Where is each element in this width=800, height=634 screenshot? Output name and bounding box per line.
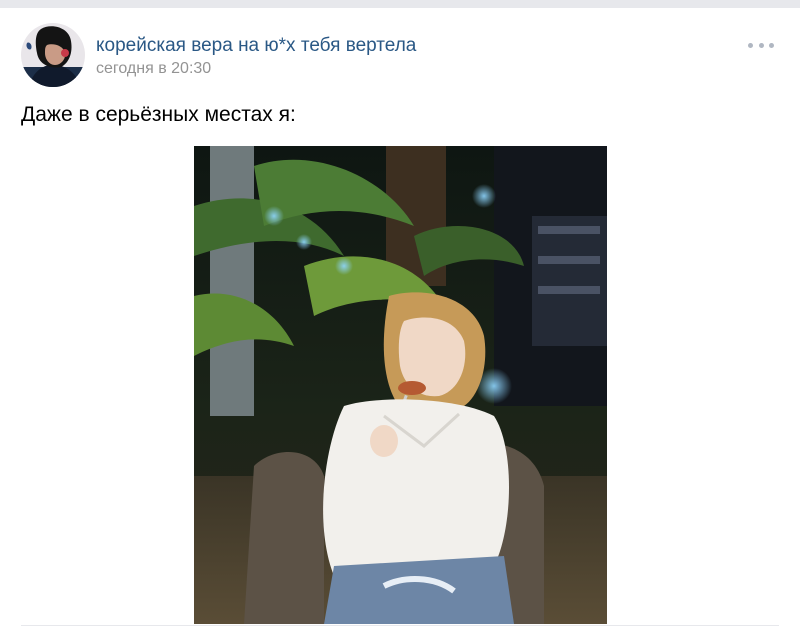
photo-image (194, 146, 607, 624)
top-divider (0, 0, 800, 8)
avatar-image (21, 23, 85, 87)
more-dot (758, 42, 764, 48)
more-dots-icon[interactable] (748, 38, 774, 52)
post-card: корейская вера на ю*х тебя вертела сегод… (0, 8, 800, 634)
page: корейская вера на ю*х тебя вертела сегод… (0, 0, 800, 634)
avatar[interactable] (21, 23, 85, 87)
more-dot (748, 42, 753, 48)
post-photo[interactable] (194, 146, 607, 624)
post-time[interactable]: сегодня в 20:30 (96, 59, 211, 79)
post-text: Даже в серьёзных местах я: (21, 103, 296, 126)
post-divider (21, 625, 779, 626)
more-dot (769, 42, 774, 48)
author-name-link[interactable]: корейская вера на ю*х тебя вертела (96, 35, 416, 57)
